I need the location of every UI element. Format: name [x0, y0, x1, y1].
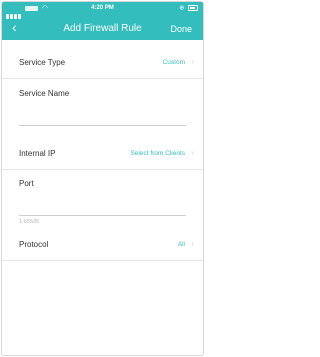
status-right-indicators: ⊕ — [179, 5, 198, 13]
chevron-right-icon[interactable]: › — [192, 240, 194, 250]
row-divider — [2, 260, 203, 261]
status-bar: ◠ 4:20 PM ⊕ — [2, 2, 203, 19]
internal-ip-select-link[interactable]: Select from Clients — [130, 149, 185, 159]
phone-frame: ◠ 4:20 PM ⊕ ‹ Add Firewall Rule Done Ser… — [1, 1, 204, 356]
service-name-label: Service Name — [19, 89, 70, 98]
row-divider — [2, 78, 203, 79]
chevron-right-icon[interactable]: › — [192, 58, 194, 68]
port-range-hint: 1-65535 — [19, 219, 40, 225]
port-label: Port — [19, 179, 34, 188]
battery-icon — [188, 5, 198, 11]
service-name-input[interactable] — [19, 125, 186, 126]
protocol-label: Protocol — [19, 240, 49, 249]
app-header: ◠ 4:20 PM ⊕ ‹ Add Firewall Rule Done — [2, 2, 203, 40]
chevron-left-icon: ‹ — [12, 19, 17, 35]
chevron-right-icon[interactable]: › — [192, 149, 194, 159]
service-type-label: Service Type — [19, 58, 66, 67]
internal-ip-label: Internal IP — [19, 149, 56, 158]
port-input[interactable] — [19, 215, 186, 216]
page-title: Add Firewall Rule — [63, 23, 142, 34]
service-type-value[interactable]: Custom — [163, 58, 185, 68]
row-divider — [2, 169, 203, 170]
location-icon: ⊕ — [179, 5, 185, 12]
status-time: 4:20 PM — [91, 5, 114, 11]
done-button[interactable]: Done — [170, 23, 192, 35]
protocol-value[interactable]: All — [178, 240, 185, 250]
back-button[interactable]: ‹ — [12, 20, 28, 36]
